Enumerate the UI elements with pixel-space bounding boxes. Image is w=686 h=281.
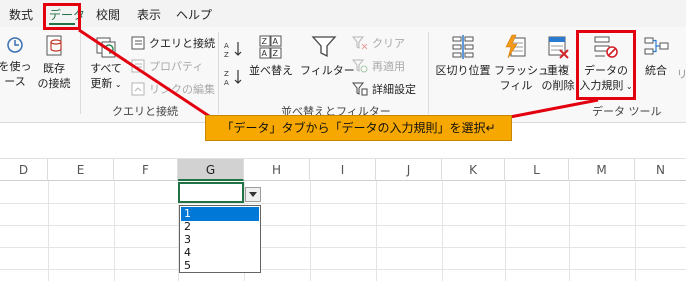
instruction-callout: 「データ」タブから「データの入力規則」を選択↵ [205,115,512,141]
